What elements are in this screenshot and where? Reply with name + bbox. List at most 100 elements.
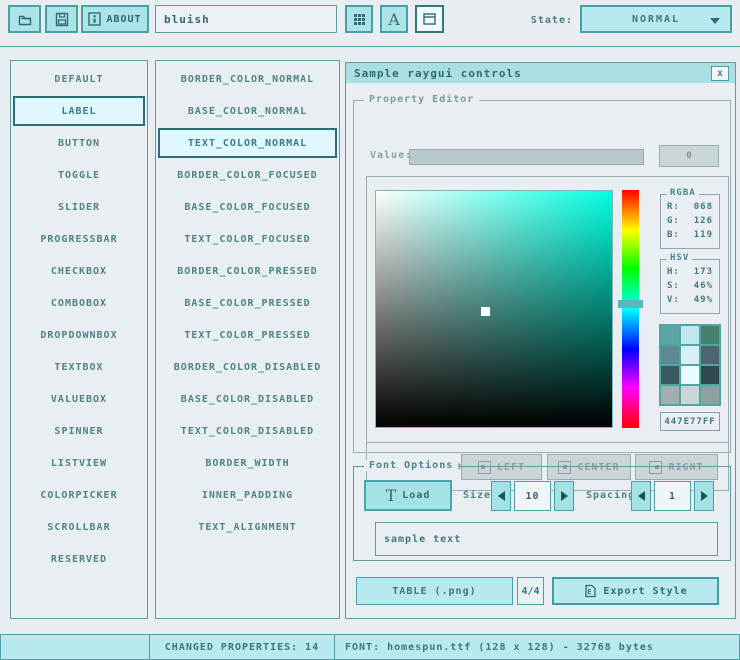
property-item-selected[interactable]: TEXT_COLOR_NORMAL [158,128,337,158]
spacing-value-box[interactable]: 1 [654,481,691,511]
property-item[interactable]: INNER_PADDING [158,480,337,510]
about-button-label: ABOUT [106,14,141,25]
color-swatch[interactable] [701,346,719,364]
color-swatch[interactable] [701,366,719,384]
export-format-dropdown[interactable]: TABLE (.png) [356,577,513,605]
property-item[interactable]: BORDER_COLOR_DISABLED [158,352,337,382]
status-font-info: FONT: homespun.ttf (128 x 128) - 32768 b… [334,634,740,660]
property-item[interactable]: BASE_COLOR_NORMAL [158,96,337,126]
save-file-button[interactable] [45,5,78,33]
close-button[interactable]: x [711,66,729,81]
size-increment-button[interactable] [554,481,574,511]
property-item[interactable]: TEXT_COLOR_DISABLED [158,416,337,446]
control-item[interactable]: VALUEBOX [13,384,145,414]
export-file-icon: E [583,584,597,598]
property-item[interactable]: BORDER_COLOR_NORMAL [158,64,337,94]
property-item[interactable]: BORDER_WIDTH [158,448,337,478]
info-icon [88,12,101,26]
color-swatch[interactable] [681,366,699,384]
property-item[interactable]: BORDER_COLOR_PRESSED [158,256,337,286]
property-item[interactable]: BASE_COLOR_DISABLED [158,384,337,414]
control-item[interactable]: RESERVED [13,544,145,574]
spacing-decrement-button[interactable] [631,481,651,511]
control-item[interactable]: TOGGLE [13,160,145,190]
window-title: Sample raygui controls [354,67,522,80]
hue-slider-handle[interactable] [618,300,643,308]
sample-controls-window: Sample raygui controls x Property Editor… [345,62,736,619]
control-item[interactable]: SLIDER [13,192,145,222]
value-button: 0 [659,145,719,167]
control-item[interactable]: PROGRESSBAR [13,224,145,254]
right-arrow-icon [701,491,708,501]
control-item[interactable]: TEXTBOX [13,352,145,382]
property-item[interactable]: BORDER_COLOR_FOCUSED [158,160,337,190]
floppy-disk-icon [54,12,70,27]
control-item[interactable]: LISTVIEW [13,448,145,478]
sample-text-textbox[interactable]: sample text [375,522,718,556]
rgba-g-row: G: 126 [661,216,719,226]
color-swatch[interactable] [681,346,699,364]
rguistyler-app: ABOUT A State: NORMAL [0,0,740,660]
sample-window-toggle-button[interactable] [415,5,444,33]
control-item[interactable]: DROPDOWNBOX [13,320,145,350]
window-icon [423,13,436,25]
font-options-group: Font Options T Load Size: 10 Spacing: 1 … [353,466,731,561]
folder-open-icon [17,12,33,27]
color-picker-area[interactable] [375,190,613,428]
properties-listview: BORDER_COLOR_NORMAL BASE_COLOR_NORMAL TE… [155,60,340,619]
grid-icon [353,13,366,26]
control-item[interactable]: SPINNER [13,416,145,446]
size-value-box[interactable]: 10 [514,481,551,511]
color-swatch[interactable] [661,326,679,344]
property-item[interactable]: BASE_COLOR_FOCUSED [158,192,337,222]
size-decrement-button[interactable] [491,481,511,511]
open-file-button[interactable] [8,5,41,33]
color-swatch[interactable] [661,386,679,404]
hex-value-textbox[interactable]: 447E77FF [660,412,720,431]
property-item[interactable]: TEXT_COLOR_PRESSED [158,320,337,350]
style-table-view-button[interactable] [345,5,373,33]
hsv-h-row: H: 173 [661,267,719,277]
rgba-r-row: R: 068 [661,202,719,212]
state-label: State: [511,15,573,26]
rgba-group-label: RGBA [667,188,699,198]
control-item[interactable]: SCROLLBAR [13,512,145,542]
s-label: S: [667,281,680,291]
control-item[interactable]: CHECKBOX [13,256,145,286]
value-label: Value: [370,150,412,161]
value-slider [409,149,644,165]
window-titlebar: Sample raygui controls [346,63,735,83]
hue-slider[interactable] [622,190,639,428]
hsv-group: HSV H: 173 S: 46% V: 49% [660,259,720,314]
property-item[interactable]: TEXT_ALIGNMENT [158,512,337,542]
control-item[interactable]: BUTTON [13,128,145,158]
property-item[interactable]: TEXT_COLOR_FOCUSED [158,224,337,254]
color-swatch[interactable] [661,366,679,384]
color-swatch[interactable] [701,326,719,344]
state-dropdown[interactable]: NORMAL [580,5,732,33]
color-swatch[interactable] [681,386,699,404]
font-view-button[interactable]: A [380,5,408,33]
g-label: G: [667,216,680,226]
spacing-increment-button[interactable] [694,481,714,511]
control-item[interactable]: COLORPICKER [13,480,145,510]
font-options-group-label: Font Options [364,460,458,471]
controls-listview: DEFAULT LABEL BUTTON TOGGLE SLIDER PROGR… [10,60,148,619]
property-item[interactable]: BASE_COLOR_PRESSED [158,288,337,318]
r-label: R: [667,202,680,212]
svg-text:E: E [588,588,593,596]
control-item-selected[interactable]: LABEL [13,96,145,126]
control-item[interactable]: DEFAULT [13,64,145,94]
color-swatch[interactable] [661,346,679,364]
color-swatch[interactable] [701,386,719,404]
color-picker-cursor[interactable] [481,307,490,316]
format-page-indicator[interactable]: 4/4 [517,577,544,605]
r-value: 068 [694,202,713,212]
color-swatch[interactable] [681,326,699,344]
load-font-button[interactable]: T Load [364,480,452,511]
control-item[interactable]: COMBOBOX [13,288,145,318]
close-icon: x [717,68,723,79]
about-button[interactable]: ABOUT [81,5,149,33]
style-name-input[interactable] [155,5,337,33]
export-style-button[interactable]: E Export Style [552,577,719,605]
